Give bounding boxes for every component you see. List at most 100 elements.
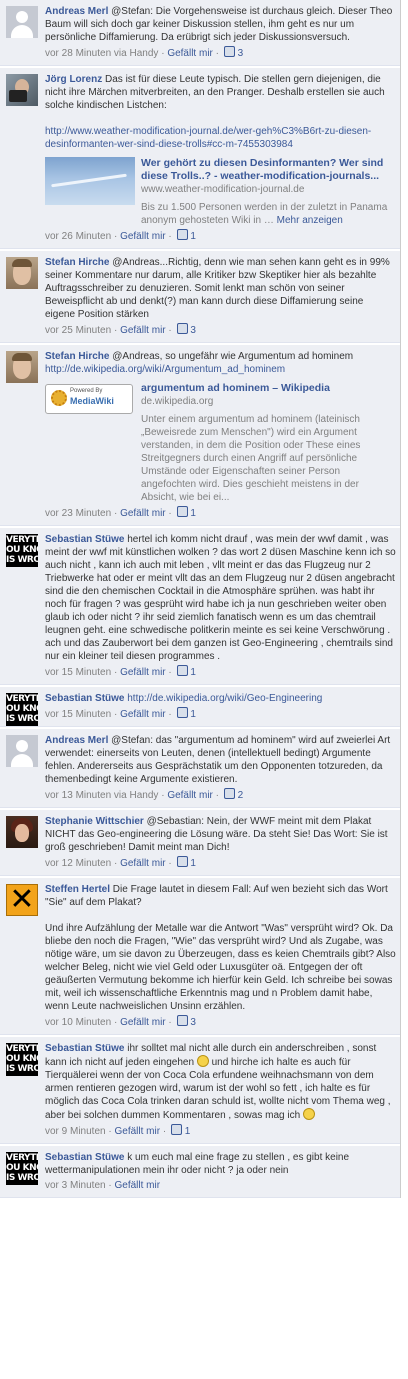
like-count[interactable]: 1 (190, 667, 196, 678)
avatar[interactable] (6, 816, 38, 848)
avatar[interactable]: ✕ (6, 884, 38, 916)
author-link[interactable]: Sebastian Stüwe (45, 1043, 124, 1054)
preview-thumbnail[interactable]: Powered By MediaWiki (45, 382, 135, 504)
timestamp[interactable]: vor 15 Minuten (45, 667, 111, 678)
like-button[interactable]: Gefällt mir (115, 1126, 161, 1137)
comment-body: Steffen Hertel Die Frage lautet in diese… (45, 883, 396, 1013)
like-button[interactable]: Gefällt mir (120, 709, 166, 720)
comment: Andreas Merl @Stefan: das "argumentum ad… (0, 729, 400, 808)
preview-title[interactable]: Wer gehört zu diesen Desinformanten? Wer… (141, 157, 396, 183)
author-link[interactable]: Jörg Lorenz (45, 74, 102, 85)
comment-body: Sebastian Stüwe ihr solltet mal nicht al… (45, 1042, 396, 1122)
like-button[interactable]: Gefällt mir (120, 325, 166, 336)
avatar[interactable]: VERYTHIN OU KNOW IS WRON (6, 1152, 38, 1185)
timestamp[interactable]: vor 9 Minuten (45, 1126, 106, 1137)
comment: ✕ Steffen Hertel Die Frage lautet in die… (0, 878, 400, 1035)
avatar-text: IS WRON (6, 1173, 38, 1183)
like-count[interactable]: 1 (185, 1126, 191, 1137)
avatar[interactable] (6, 74, 38, 106)
like-count[interactable]: 3 (190, 325, 196, 336)
author-link[interactable]: Sebastian Stüwe (45, 1152, 124, 1163)
comment-meta: vor 28 Minuten via Handy · Gefällt mir ·… (45, 46, 244, 59)
preview-domain: de.wikipedia.org (141, 396, 214, 407)
timestamp[interactable]: vor 26 Minuten (45, 231, 111, 242)
preview-body: argumentum ad hominem – Wikipedia de.wik… (141, 382, 396, 504)
comment-body: Jörg Lorenz Das ist für diese Leute typi… (45, 73, 396, 151)
avatar[interactable] (6, 257, 38, 289)
comment: Andreas Merl @Stefan: Die Vorgehensweise… (0, 0, 400, 66)
comment-link[interactable]: http://de.wikipedia.org/wiki/Geo-Enginee… (127, 693, 322, 704)
author-link[interactable]: Steffen Hertel (45, 884, 110, 895)
avatar-text: OU KNOW (6, 1054, 38, 1064)
timestamp[interactable]: vor 12 Minuten (45, 858, 111, 869)
thumbs-up-icon (176, 856, 188, 867)
author-link[interactable]: Stefan Hirche (45, 257, 109, 268)
avatar[interactable] (6, 351, 38, 383)
comment: VERYTHIN OU KNOW IS WRON Sebastian Stüwe… (0, 1146, 400, 1198)
avatar-text: OU KNOW (6, 704, 38, 714)
comment: Stefan Hirche @Andreas, so ungefähr wie … (0, 345, 400, 526)
like-count[interactable]: 3 (190, 1017, 196, 1028)
timestamp[interactable]: vor 28 Minuten via Handy (45, 48, 158, 59)
like-button[interactable]: Gefällt mir (120, 231, 166, 242)
author-link[interactable]: Stefan Hirche (45, 351, 109, 362)
timestamp[interactable]: vor 25 Minuten (45, 325, 111, 336)
like-count[interactable]: 1 (190, 858, 196, 869)
like-button[interactable]: Gefällt mir (120, 667, 166, 678)
more-link[interactable]: Mehr anzeigen (277, 215, 343, 226)
author-link[interactable]: Sebastian Stüwe (45, 534, 124, 545)
author-link[interactable]: Andreas Merl (45, 735, 108, 746)
preview-title[interactable]: argumentum ad hominem – Wikipedia (141, 382, 396, 395)
comment-body: Stefan Hirche @Andreas...Richtig, denn w… (45, 256, 396, 321)
timestamp[interactable]: vor 3 Minuten (45, 1180, 106, 1191)
avatar-text: VERYTHIN (6, 1044, 38, 1054)
like-button[interactable]: Gefällt mir (167, 48, 213, 59)
like-count[interactable]: 1 (190, 709, 196, 720)
author-link[interactable]: Andreas Merl (45, 6, 108, 17)
avatar[interactable]: VERYTHIN OU KNOW IS WRON (6, 1043, 38, 1076)
like-button[interactable]: Gefällt mir (120, 508, 166, 519)
like-count[interactable]: 3 (238, 48, 244, 59)
avatar[interactable]: VERYTHIN OU KNOW IS WRON (6, 534, 38, 567)
comment-meta: vor 25 Minuten · Gefällt mir · 3 (45, 323, 196, 336)
like-button[interactable]: Gefällt mir (167, 790, 213, 801)
avatar[interactable]: VERYTHIN OU KNOW IS WRON (6, 693, 38, 726)
author-link[interactable]: Sebastian Stüwe (45, 693, 124, 704)
link-preview[interactable]: Powered By MediaWiki argumentum ad homin… (45, 382, 396, 504)
comment: Jörg Lorenz Das ist für diese Leute typi… (0, 68, 400, 249)
comment-link[interactable]: http://www.weather-modification-journal.… (45, 126, 371, 150)
preview-body: Wer gehört zu diesen Desinformanten? Wer… (141, 157, 396, 227)
preview-thumbnail[interactable] (45, 157, 135, 227)
comment-text: hertel ich komm nicht drauf , was mein d… (45, 534, 396, 662)
badge-name: MediaWiki (70, 396, 114, 406)
author-link[interactable]: Stephanie Wittschier (45, 816, 144, 827)
comment-body: Stefan Hirche @Andreas, so ungefähr wie … (45, 350, 396, 376)
avatar[interactable] (6, 6, 38, 38)
comment-meta: vor 15 Minuten · Gefällt mir · 1 (45, 665, 196, 678)
like-count[interactable]: 2 (238, 790, 244, 801)
thumbs-up-icon (176, 707, 188, 718)
timestamp[interactable]: vor 23 Minuten (45, 508, 111, 519)
avatar-text: VERYTHIN (6, 1153, 38, 1163)
comment-link[interactable]: http://de.wikipedia.org/wiki/Argumentum_… (45, 364, 285, 375)
comment-text: @Andreas, so ungefähr wie Argumentum ad … (112, 351, 354, 362)
preview-description: Bis zu 1.500 Personen werden in der zule… (141, 202, 388, 226)
timestamp[interactable]: vor 13 Minuten via Handy (45, 790, 158, 801)
smiley-icon (196, 1055, 209, 1067)
avatar-text: VERYTHIN (6, 535, 38, 545)
avatar-text: IS WRON (6, 555, 38, 565)
comment-body: Sebastian Stüwe k um euch mal eine frage… (45, 1151, 396, 1177)
like-count[interactable]: 1 (190, 231, 196, 242)
preview-domain: www.weather-modification-journal.de (141, 184, 305, 195)
like-button[interactable]: Gefällt mir (120, 1017, 166, 1028)
like-button[interactable]: Gefällt mir (115, 1180, 161, 1191)
timestamp[interactable]: vor 15 Minuten (45, 709, 111, 720)
like-button[interactable]: Gefällt mir (120, 858, 166, 869)
like-count[interactable]: 1 (190, 508, 196, 519)
avatar[interactable] (6, 735, 38, 767)
timestamp[interactable]: vor 10 Minuten (45, 1017, 111, 1028)
link-preview[interactable]: Wer gehört zu diesen Desinformanten? Wer… (45, 157, 396, 227)
thumbs-up-icon (176, 1015, 188, 1026)
comment-meta: vor 15 Minuten · Gefällt mir · 1 (45, 707, 196, 720)
comment-body: Andreas Merl @Stefan: das "argumentum ad… (45, 734, 396, 786)
